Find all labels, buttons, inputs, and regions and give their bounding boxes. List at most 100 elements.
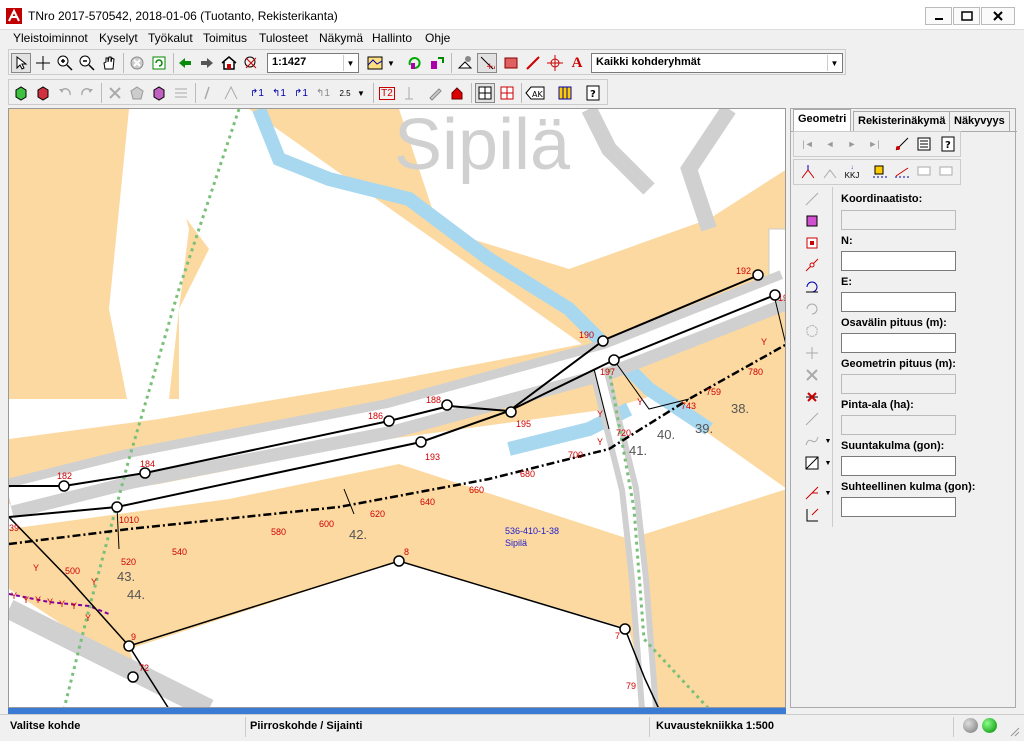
object-group-select[interactable]: Kaikki kohderyhmät ▼	[591, 53, 843, 73]
table-icon[interactable]	[555, 83, 575, 103]
refresh-icon[interactable]	[149, 53, 169, 73]
move-vertex-icon[interactable]	[801, 343, 823, 363]
corner-dropdown[interactable]: ▼	[823, 483, 833, 503]
cube-green-icon[interactable]	[11, 83, 31, 103]
menu-kyselyt[interactable]: Kyselyt	[96, 31, 141, 45]
menu-tyokalut[interactable]: Työkalut	[145, 31, 196, 45]
right-angle-icon[interactable]	[801, 505, 823, 525]
map-view[interactable]: Sipilä 182 184 186 188 190 192 193 195 1…	[8, 108, 786, 708]
t2-icon[interactable]: T2	[377, 83, 397, 103]
forward-arrow-icon[interactable]	[197, 53, 217, 73]
menu-toimitus[interactable]: Toimitus	[200, 31, 250, 45]
box-icon[interactable]	[149, 83, 169, 103]
sync-icon[interactable]	[427, 53, 447, 73]
export-points-icon[interactable]	[820, 162, 840, 182]
tab-nakyvyys[interactable]: Näkyvyys	[949, 111, 1010, 131]
home-icon[interactable]	[219, 53, 239, 73]
minimize-button[interactable]	[925, 7, 952, 25]
target-icon[interactable]	[545, 53, 565, 73]
curve-icon[interactable]	[801, 189, 823, 209]
polygon-icon[interactable]	[127, 83, 147, 103]
import-points-icon[interactable]	[798, 162, 818, 182]
suuntakulma-field[interactable]	[841, 456, 956, 476]
spline-dropdown[interactable]: ▼	[823, 431, 833, 451]
undo-icon[interactable]	[55, 83, 75, 103]
text-tool-icon[interactable]: A	[567, 53, 587, 73]
edit-pen-icon[interactable]	[425, 83, 445, 103]
grid-icon[interactable]	[475, 83, 495, 103]
area-outline-icon[interactable]	[801, 233, 823, 253]
zoom-out-icon[interactable]	[77, 53, 97, 73]
grid-red-icon[interactable]	[497, 83, 517, 103]
edit-points-icon[interactable]	[892, 134, 912, 154]
n-field[interactable]	[841, 251, 956, 271]
prev-icon[interactable]: ◄	[820, 134, 840, 154]
cube-red-icon[interactable]	[33, 83, 53, 103]
zoom-in-icon[interactable]	[55, 53, 75, 73]
next-icon[interactable]: ►	[842, 134, 862, 154]
list-icon[interactable]	[914, 134, 934, 154]
snap-point-icon[interactable]: +A	[477, 53, 497, 73]
delete-line-icon[interactable]	[801, 387, 823, 407]
paste-grid-icon[interactable]	[936, 162, 956, 182]
menu-ohje[interactable]: Ohje	[422, 31, 453, 45]
numbering-icon[interactable]: 2.5	[335, 83, 355, 103]
zoom-reset-icon[interactable]	[241, 53, 261, 73]
copy-grid-icon[interactable]	[914, 162, 934, 182]
rotate-icon[interactable]	[405, 53, 425, 73]
point-4-icon[interactable]: ↰1	[313, 83, 333, 103]
cancel-icon[interactable]	[127, 53, 147, 73]
rectangle-dropdown[interactable]: ▼	[823, 453, 833, 473]
map-canvas[interactable]: Sipilä 182 184 186 188 190 192 193 195 1…	[9, 109, 786, 708]
first-icon[interactable]: |◄	[798, 134, 818, 154]
tab-geometri[interactable]: Geometri	[793, 109, 852, 131]
kkj-button[interactable]: ↓ KKJ	[842, 162, 862, 182]
point-3-icon[interactable]: ↱1	[291, 83, 311, 103]
layers-icon[interactable]	[365, 53, 385, 73]
ak-tag-icon[interactable]: AK	[525, 83, 545, 103]
split-line-icon[interactable]	[801, 255, 823, 275]
menu-yleistoiminnot[interactable]: Yleistoiminnot	[10, 31, 91, 45]
area-fill-icon[interactable]	[501, 53, 521, 73]
menu-hallinto[interactable]: Hallinto	[369, 31, 415, 45]
point-1-icon[interactable]: ↱1	[247, 83, 267, 103]
reverse-icon[interactable]	[801, 277, 823, 297]
point-grid-icon[interactable]	[870, 162, 890, 182]
redo-icon[interactable]	[77, 83, 97, 103]
menu-nakyma[interactable]: Näkymä	[316, 31, 366, 45]
menu-tulosteet[interactable]: Tulosteet	[256, 31, 311, 45]
pan-hand-icon[interactable]	[99, 53, 119, 73]
suhteellinen-kulma-field[interactable]	[841, 497, 956, 517]
layers-dropdown[interactable]: ▼	[385, 53, 397, 73]
help-icon[interactable]: ?	[583, 83, 603, 103]
snap-icon[interactable]	[801, 409, 823, 429]
delete-shape-icon[interactable]	[105, 83, 125, 103]
maximize-button[interactable]	[953, 7, 980, 25]
corner-icon[interactable]	[801, 483, 823, 503]
numbering-dropdown[interactable]: ▼	[355, 83, 367, 103]
spline-icon[interactable]	[801, 431, 823, 451]
line-tool-icon[interactable]	[523, 53, 543, 73]
rotate-shape-icon[interactable]	[801, 299, 823, 319]
tab-rekisterinakyma[interactable]: Rekisterinäkymä	[853, 111, 951, 131]
angle-icon[interactable]	[221, 83, 241, 103]
resize-grip-icon[interactable]	[1008, 725, 1020, 737]
select-arrow-icon[interactable]	[11, 53, 31, 73]
rectangle-icon[interactable]	[801, 453, 823, 473]
area-pink-icon[interactable]	[801, 211, 823, 231]
last-icon[interactable]: ►|	[864, 134, 884, 154]
point-2-icon[interactable]: ↰1	[269, 83, 289, 103]
mesh-icon[interactable]	[171, 83, 191, 103]
crosshair-icon[interactable]	[33, 53, 53, 73]
house-red-icon[interactable]	[447, 83, 467, 103]
osavalin-pituus-field[interactable]	[841, 333, 956, 353]
measure-icon[interactable]	[199, 83, 219, 103]
e-field[interactable]	[841, 292, 956, 312]
remove-vertex-icon[interactable]	[801, 365, 823, 385]
close-button[interactable]	[981, 7, 1015, 25]
object-edit-icon[interactable]	[455, 53, 475, 73]
panel-help-icon[interactable]: ?	[938, 134, 958, 154]
vertices-icon[interactable]	[801, 321, 823, 341]
anchor-icon[interactable]	[399, 83, 419, 103]
line-split-icon[interactable]	[892, 162, 912, 182]
